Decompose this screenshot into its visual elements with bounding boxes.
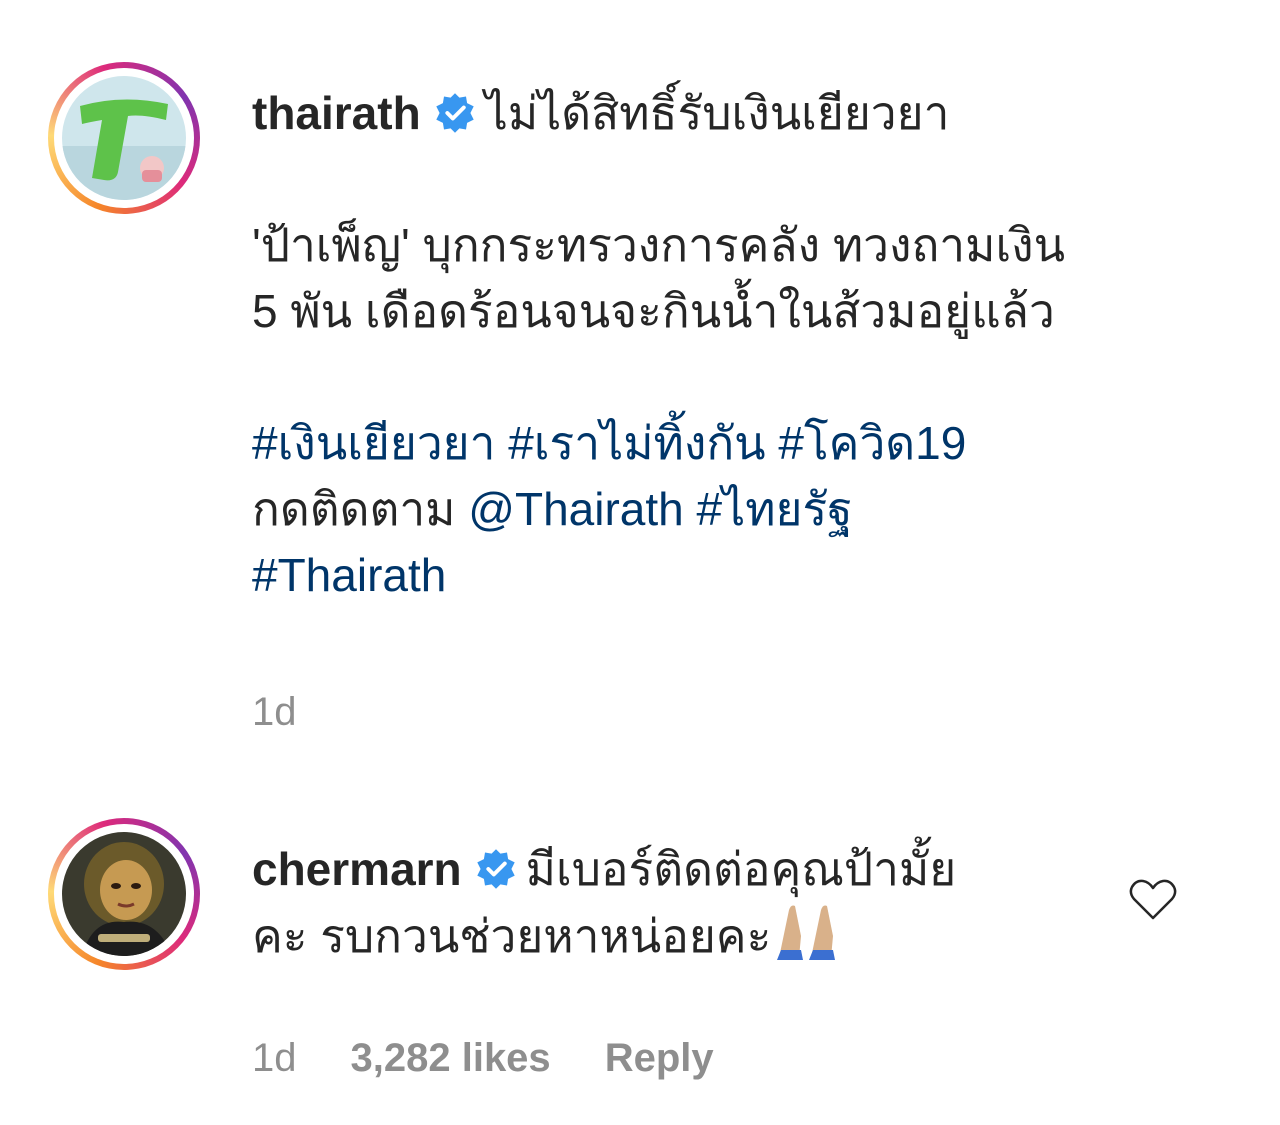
comment-line-1: chermarn มีเบอร์ติดต่อคุณป้ามั้ย — [252, 836, 1202, 902]
follow-prefix: กดติดตาม — [252, 483, 456, 535]
post-username[interactable]: thairath — [252, 87, 421, 139]
post-header-line: thairath ไม่ได้สิทธิ์รับเงินเยียวยา — [252, 80, 1202, 146]
comment-body: chermarn มีเบอร์ติดต่อคุณป้ามั้ย คะ รบกวน… — [252, 836, 1202, 969]
like-heart-icon[interactable] — [1128, 878, 1178, 922]
hashtag-line-3[interactable]: #Thairath — [252, 542, 1202, 608]
reply-button[interactable]: Reply — [605, 1036, 714, 1080]
follow-line: กดติดตาม @Thairath #ไทยรัฐ — [252, 476, 1202, 542]
post-meta: 1d — [252, 690, 351, 735]
comment-text-1: มีเบอร์ติดต่อคุณป้ามั้ย — [525, 843, 957, 895]
thairath-avatar[interactable] — [48, 62, 200, 214]
comment-line-2: คะ รบกวนช่วยหาหน่อยคะ — [252, 902, 1202, 969]
post-headline: ไม่ได้สิทธิ์รับเงินเยียวยา — [484, 87, 950, 139]
verified-badge-icon — [474, 847, 518, 891]
post-caption: thairath ไม่ได้สิทธิ์รับเงินเยียวยา 'ป้าเ… — [252, 80, 1202, 608]
comment-meta: 1d 3,282 likes Reply — [252, 1036, 768, 1081]
hashtag-line-1[interactable]: #เงินเยียวยา #เราไม่ทิ้งกัน #โควิด19 — [252, 410, 1202, 476]
comment-timestamp[interactable]: 1d — [252, 1036, 297, 1080]
post-timestamp[interactable]: 1d — [252, 690, 297, 734]
chermarn-profile-image — [62, 832, 186, 956]
comment-text-2: คะ รบกวนช่วยหาหน่อยคะ — [252, 910, 772, 962]
chermarn-avatar[interactable] — [48, 818, 200, 970]
follow-mention-link[interactable]: @Thairath #ไทยรัฐ — [468, 483, 852, 535]
comment-username[interactable]: chermarn — [252, 843, 462, 895]
post-body-line-1: 'ป้าเพ็ญ' บุกกระทรวงการคลัง ทวงถามเงิน — [252, 219, 1066, 271]
post-body-line-2: 5 พัน เดือดร้อนจนจะกินน้ำในส้วมอยู่แล้ว — [252, 285, 1055, 337]
thairath-logo-image — [62, 76, 186, 200]
comment-likes[interactable]: 3,282 likes — [351, 1036, 551, 1080]
folded-hands-emoji — [771, 902, 841, 962]
verified-badge-icon — [433, 91, 477, 135]
